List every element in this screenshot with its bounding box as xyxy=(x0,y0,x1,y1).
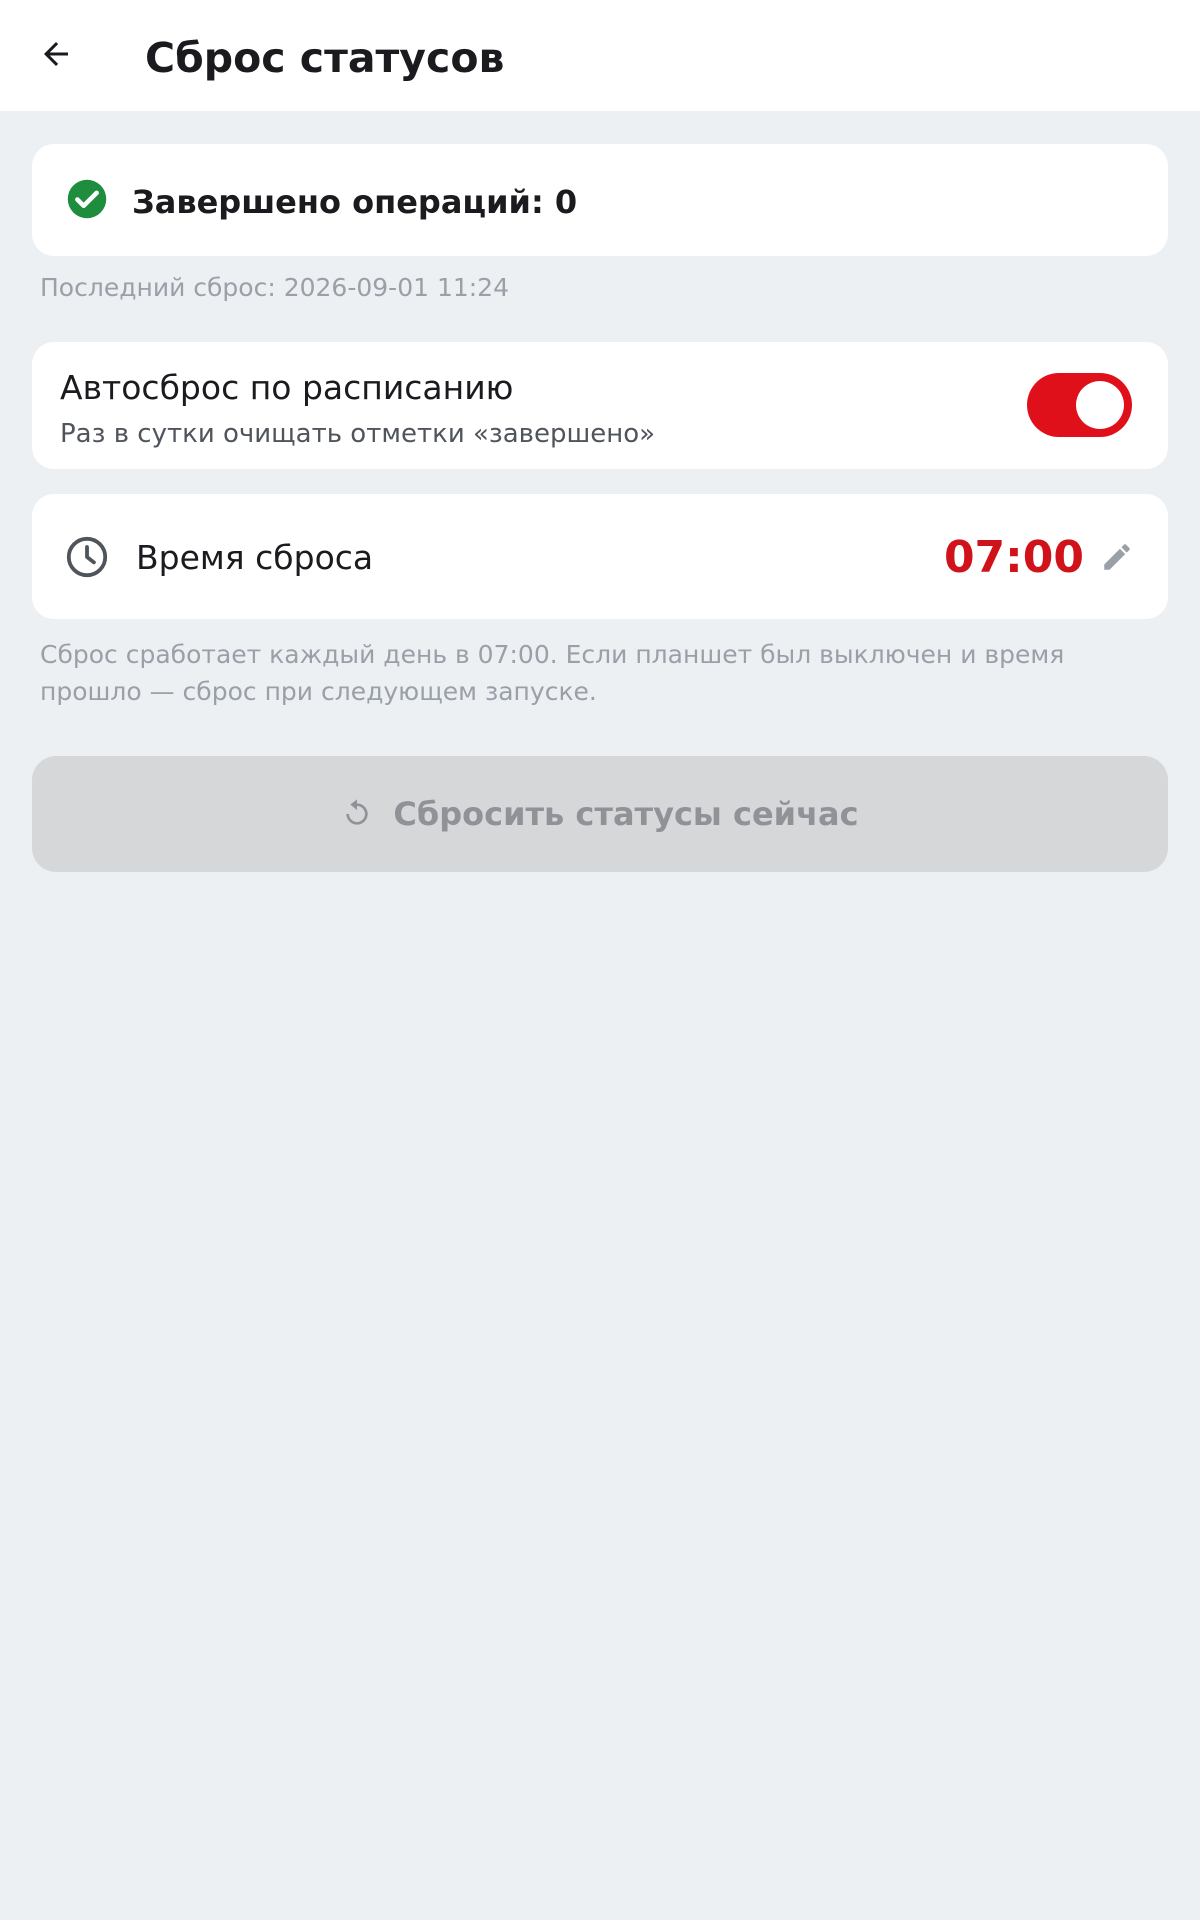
reset-now-button[interactable]: Сбросить статусы сейчас xyxy=(32,756,1168,872)
auto-reset-subtitle: Раз в сутки очищать отметки «завершено» xyxy=(60,419,656,449)
auto-reset-title: Автосброс по расписанию xyxy=(60,368,514,407)
refresh-icon xyxy=(346,799,369,825)
reset-now-label: Сбросить статусы сейчас xyxy=(393,795,859,833)
toggle-knob xyxy=(1076,381,1124,429)
auto-reset-toggle[interactable] xyxy=(1027,373,1132,437)
check-circle-icon xyxy=(67,179,107,219)
back-button[interactable] xyxy=(28,26,84,82)
arrow-left-icon xyxy=(44,42,68,66)
clock-icon xyxy=(66,536,108,578)
last-reset-text: Последний сброс: 2026-09-01 11:24 xyxy=(40,273,509,302)
reset-time-value[interactable]: 07:00 xyxy=(944,528,1084,588)
app-bar: Сброс статусов xyxy=(0,0,1200,111)
reset-hint: Сброс сработает каждый день в 07:00. Есл… xyxy=(40,640,1065,706)
page-title: Сброс статусов xyxy=(145,34,505,82)
pencil-icon[interactable] xyxy=(1100,540,1134,574)
reset-time-label: Время сброса xyxy=(136,538,374,577)
operations-count: Завершено операций: 0 xyxy=(132,183,578,221)
